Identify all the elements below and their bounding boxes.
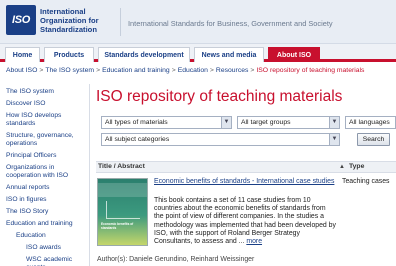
main-content: ISO repository of teaching materials All…	[96, 84, 396, 146]
sidebar-item-education-training[interactable]: Education and training	[0, 219, 89, 229]
chevron-down-icon: ▼	[329, 117, 339, 128]
subject-category-value: All subject categories	[105, 136, 170, 143]
language-value: All languages	[349, 119, 390, 126]
tagline: International Standards for Business, Go…	[128, 19, 333, 28]
sidebar-item-wsc-events[interactable]: WSC academic events	[0, 255, 89, 266]
sidebar-item-education[interactable]: Education	[0, 231, 89, 241]
page-title: ISO repository of teaching materials	[96, 88, 343, 105]
breadcrumb-link[interactable]: About ISO	[6, 67, 37, 74]
results-table-header: Title / Abstract ▲ Type	[96, 161, 396, 173]
result-authors: Author(s): Daniele Gerundino, Reinhard W…	[97, 256, 255, 263]
sidebar-item-structure[interactable]: Structure, governance, operations	[0, 131, 89, 149]
tab-standards-development[interactable]: Standards development	[98, 47, 190, 62]
target-group-select[interactable]: All target groups ▼	[237, 116, 340, 129]
thumbnail-title: Economic benefits of standards	[101, 222, 134, 230]
thumbnail-band	[98, 183, 147, 197]
material-type-value: All types of materials	[105, 119, 168, 126]
breadcrumb: About ISO > The ISO system > Education and t…	[6, 67, 392, 74]
subject-category-select[interactable]: All subject categories ▼	[101, 133, 340, 146]
chevron-down-icon: ▼	[329, 134, 339, 145]
result-thumbnail[interactable]: Economic benefits of standards	[97, 178, 148, 246]
sort-arrow-icon[interactable]: ▲	[339, 164, 345, 170]
site-header: ISO International Organization for Stand…	[0, 0, 396, 44]
sidebar-item-discover-iso[interactable]: Discover ISO	[0, 99, 89, 109]
tab-about-iso[interactable]: About ISO	[268, 47, 320, 62]
breadcrumb-separator: >	[96, 67, 101, 74]
sidebar-item-principal-officers[interactable]: Principal Officers	[0, 151, 89, 161]
sidebar-item-iso-awards[interactable]: ISO awards	[0, 243, 89, 253]
material-type-select[interactable]: All types of materials ▼	[101, 116, 232, 129]
org-name: International Organization for Standardi…	[40, 7, 99, 34]
breadcrumb-separator: >	[171, 67, 176, 74]
tab-products[interactable]: Products	[44, 47, 94, 62]
column-title-abstract[interactable]: Title / Abstract	[98, 163, 145, 170]
more-link[interactable]: more	[246, 238, 262, 245]
sidebar: The ISO system Discover ISO How ISO deve…	[0, 84, 90, 266]
breadcrumb-link[interactable]: Resources	[216, 67, 249, 74]
result-description-text: This book contains a set of 11 case stud…	[154, 197, 336, 246]
sidebar-item-iso-system[interactable]: The ISO system	[0, 87, 89, 97]
language-select[interactable]: All languages	[345, 116, 396, 129]
sidebar-item-how-iso-develops[interactable]: How ISO develops standards	[0, 111, 89, 129]
target-group-value: All target groups	[241, 119, 291, 126]
search-button[interactable]: Search	[357, 133, 390, 146]
sidebar-item-organizations[interactable]: Organizations in cooperation with ISO	[0, 163, 89, 181]
iso-logo[interactable]: ISO	[6, 5, 36, 35]
sidebar-item-iso-story[interactable]: The ISO Story	[0, 207, 89, 217]
breadcrumb-separator: >	[209, 67, 214, 74]
sidebar-item-iso-in-figures[interactable]: ISO in figures	[0, 195, 89, 205]
thumbnail-chart-graphic	[106, 201, 140, 219]
result-title-link[interactable]: Economic benefits of standards - Interna…	[154, 178, 337, 186]
logo-text: ISO	[11, 14, 31, 26]
tab-home[interactable]: Home	[5, 47, 40, 62]
breadcrumb-link[interactable]: Education and training	[102, 67, 170, 74]
sidebar-item-annual-reports[interactable]: Annual reports	[0, 183, 89, 193]
column-type[interactable]: Type	[349, 163, 364, 170]
header-divider	[120, 8, 121, 36]
main-nav: Home Products Standards development News…	[0, 44, 396, 62]
breadcrumb-link[interactable]: Education	[178, 67, 208, 74]
result-type: Teaching cases	[342, 178, 390, 185]
tab-news-and-media[interactable]: News and media	[194, 47, 264, 62]
breadcrumb-link[interactable]: The ISO system	[45, 67, 94, 74]
result-description: This book contains a set of 11 case stud…	[154, 197, 337, 246]
chevron-down-icon: ▼	[221, 117, 231, 128]
breadcrumb-current: ISO repository of teaching materials	[256, 67, 365, 74]
